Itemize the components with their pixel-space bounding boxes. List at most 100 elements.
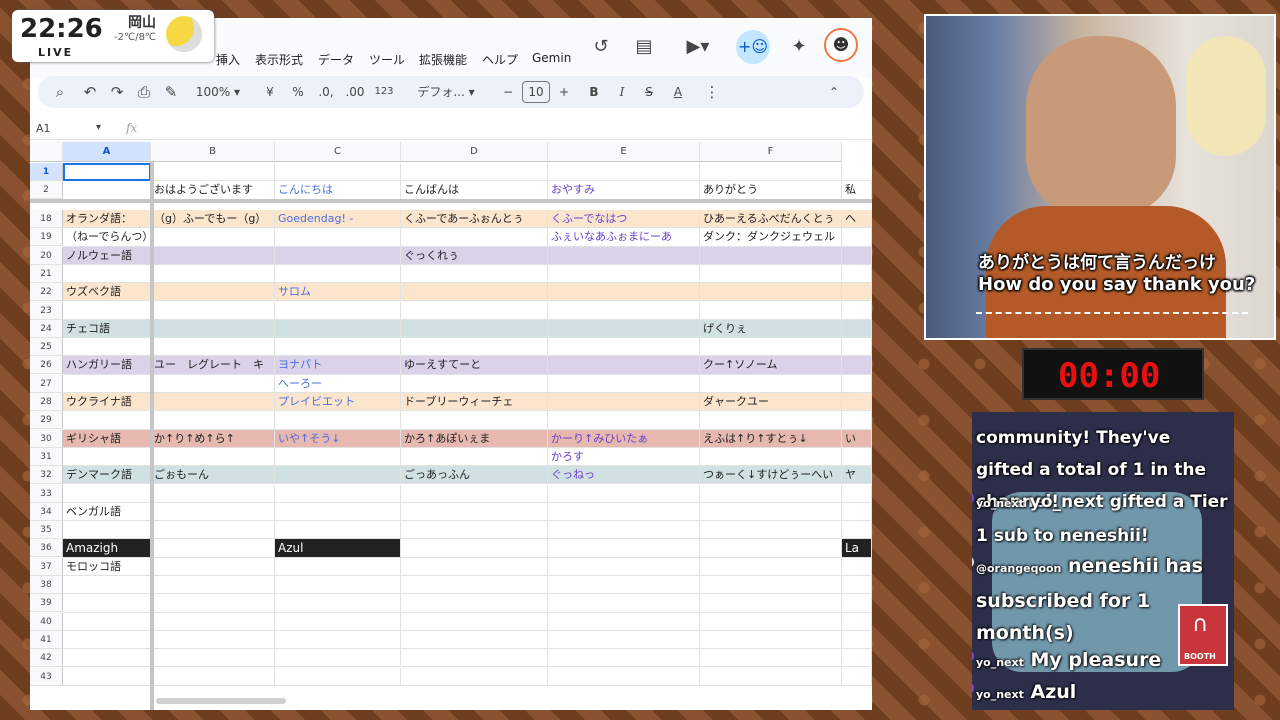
table-cell[interactable]: ありがとう: [700, 181, 842, 200]
table-cell[interactable]: Azul: [275, 539, 401, 558]
table-cell[interactable]: [548, 264, 700, 283]
table-cell[interactable]: クー↑ソノーム: [700, 356, 842, 375]
table-cell[interactable]: [151, 484, 275, 503]
table-cell[interactable]: [548, 649, 700, 668]
frozen-rows-divider[interactable]: [30, 199, 872, 203]
paint-format-icon[interactable]: ✎: [161, 76, 181, 108]
table-cell[interactable]: [63, 338, 151, 357]
table-cell[interactable]: [151, 502, 275, 521]
table-cell[interactable]: Goedendag! -: [275, 210, 401, 228]
table-cell[interactable]: [275, 246, 401, 265]
table-cell[interactable]: [548, 484, 700, 503]
italic-button[interactable]: I: [614, 76, 630, 108]
table-cell[interactable]: オランダ語：: [63, 210, 151, 228]
table-cell[interactable]: [151, 338, 275, 357]
table-cell[interactable]: ベンガル語: [63, 502, 151, 521]
meet-icon[interactable]: ▶▾: [678, 34, 718, 60]
table-cell[interactable]: [842, 521, 872, 540]
table-cell[interactable]: [63, 576, 151, 594]
table-cell[interactable]: か↑り↑め↑ら↑: [151, 429, 275, 448]
table-cell[interactable]: [700, 301, 842, 320]
table-cell[interactable]: [548, 539, 700, 558]
table-cell[interactable]: ノルウェー語: [63, 246, 151, 265]
table-cell[interactable]: [700, 411, 842, 430]
gemini-star-icon[interactable]: ✦: [786, 34, 812, 60]
table-cell[interactable]: [151, 649, 275, 668]
row-header[interactable]: 26: [30, 356, 63, 375]
table-cell[interactable]: ヤ: [842, 466, 872, 485]
table-cell[interactable]: [700, 447, 842, 466]
table-cell[interactable]: [63, 649, 151, 668]
table-cell[interactable]: [151, 447, 275, 466]
table-cell[interactable]: こんにちは: [275, 181, 401, 200]
table-cell[interactable]: げくりぇ: [700, 319, 842, 338]
table-cell[interactable]: [401, 264, 548, 283]
table-cell[interactable]: [842, 649, 872, 668]
table-cell[interactable]: [275, 667, 401, 686]
table-cell[interactable]: ダンク：ダンクジェウェル: [700, 228, 842, 247]
table-cell[interactable]: [842, 557, 872, 576]
table-cell[interactable]: Amazigh: [63, 539, 151, 558]
table-cell[interactable]: [275, 228, 401, 247]
percent-button[interactable]: %: [288, 76, 308, 108]
table-cell[interactable]: ウクライナ語: [63, 393, 151, 411]
table-cell[interactable]: デンマーク語: [63, 466, 151, 485]
table-cell[interactable]: [700, 594, 842, 613]
table-cell[interactable]: [700, 338, 842, 357]
row-header[interactable]: 37: [30, 557, 63, 576]
table-cell[interactable]: こんばんは: [401, 181, 548, 200]
column-header-c[interactable]: C: [275, 142, 401, 162]
table-cell[interactable]: [401, 649, 548, 668]
table-cell[interactable]: くふーでなはつ: [548, 210, 700, 228]
table-cell[interactable]: [548, 521, 700, 540]
table-cell[interactable]: ハンガリー語: [63, 356, 151, 375]
table-cell[interactable]: [842, 374, 872, 393]
table-cell[interactable]: [842, 576, 872, 594]
table-cell[interactable]: [401, 163, 548, 181]
table-cell[interactable]: [700, 630, 842, 649]
row-header[interactable]: 36: [30, 539, 63, 558]
table-cell[interactable]: [842, 338, 872, 357]
table-cell[interactable]: いや↑そう↓: [275, 429, 401, 448]
table-cell[interactable]: [151, 264, 275, 283]
table-cell[interactable]: [700, 576, 842, 594]
font-size-minus-button[interactable]: −: [500, 76, 516, 108]
row-header[interactable]: 29: [30, 411, 63, 430]
table-cell[interactable]: [548, 667, 700, 686]
table-cell[interactable]: [548, 502, 700, 521]
table-cell[interactable]: [151, 557, 275, 576]
table-cell[interactable]: [548, 374, 700, 393]
table-cell[interactable]: [63, 630, 151, 649]
table-cell[interactable]: [700, 163, 842, 181]
chat-username[interactable]: @orangeqoon: [976, 562, 1061, 575]
row-header[interactable]: 32: [30, 466, 63, 485]
table-cell[interactable]: [151, 576, 275, 594]
undo-icon[interactable]: ↶: [80, 76, 100, 108]
currency-button[interactable]: ¥: [260, 76, 280, 108]
table-cell[interactable]: [275, 521, 401, 540]
table-cell[interactable]: [842, 630, 872, 649]
horizontal-scrollbar[interactable]: [156, 698, 286, 704]
column-header-d[interactable]: D: [401, 142, 548, 162]
column-header-a[interactable]: A: [63, 142, 151, 162]
table-cell[interactable]: [63, 667, 151, 686]
table-cell[interactable]: [700, 539, 842, 558]
table-cell[interactable]: [548, 163, 700, 181]
table-cell[interactable]: [63, 594, 151, 613]
table-cell[interactable]: [151, 228, 275, 247]
table-cell[interactable]: [151, 301, 275, 320]
chat-username[interactable]: yo_next: [976, 688, 1024, 701]
table-cell[interactable]: [700, 521, 842, 540]
table-cell[interactable]: [401, 301, 548, 320]
menu-gemini[interactable]: Gemin: [532, 51, 571, 65]
row-header[interactable]: 33: [30, 484, 63, 503]
table-cell[interactable]: [401, 411, 548, 430]
table-cell[interactable]: モロッコ語: [63, 557, 151, 576]
table-cell[interactable]: [548, 283, 700, 302]
chat-username[interactable]: yo_next: [976, 497, 1024, 510]
row-header[interactable]: 20: [30, 246, 63, 265]
table-cell[interactable]: [275, 447, 401, 466]
redo-icon[interactable]: ↷: [107, 76, 127, 108]
table-cell[interactable]: ドーブリーウィーチェ: [401, 393, 548, 411]
table-cell[interactable]: サロム: [275, 283, 401, 302]
